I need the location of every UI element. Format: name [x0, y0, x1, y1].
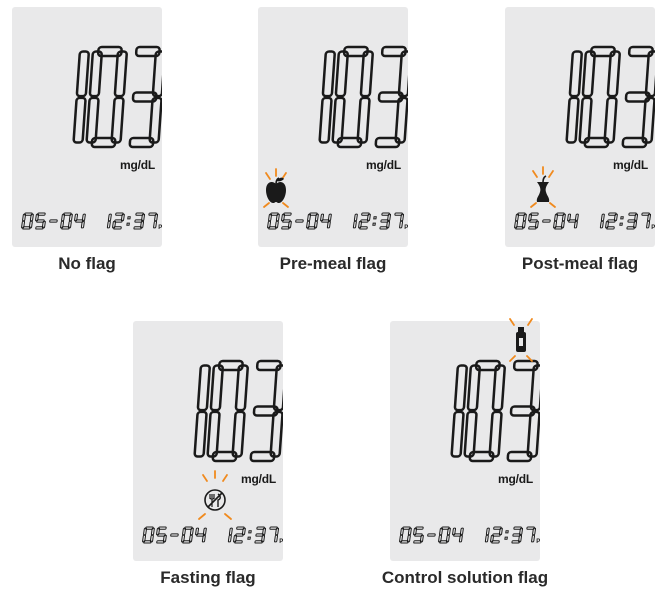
- glucose-reading: [565, 45, 655, 149]
- digit-1: [106, 213, 112, 229]
- time-display: PM: [599, 212, 655, 231]
- digit-2: [605, 212, 618, 230]
- meter-screen: mg/dL PM: [133, 321, 283, 561]
- am-pm-indicator: PM: [536, 539, 540, 545]
- digit-dash: [427, 533, 436, 537]
- digit-4: [195, 527, 207, 543]
- digit-dash: [49, 219, 58, 223]
- digit-0: [463, 359, 506, 463]
- am-pm-indicator: PM: [651, 225, 655, 231]
- digit-7: [394, 212, 405, 229]
- digit-0: [331, 45, 374, 149]
- digit-5: [413, 526, 424, 544]
- digit-5: [156, 526, 167, 544]
- digit-3: [506, 359, 540, 463]
- digit-1: [227, 527, 233, 543]
- digit-dash: [542, 219, 551, 223]
- date-display: [142, 526, 207, 544]
- digit-3: [621, 45, 655, 149]
- flag-caption: No flag: [58, 254, 116, 273]
- time-display: PM: [227, 526, 283, 545]
- glucose-reading: [193, 359, 283, 463]
- digit-4: [567, 213, 579, 229]
- digit-0: [142, 526, 155, 544]
- digit-3: [254, 526, 267, 544]
- digit-3: [626, 212, 639, 230]
- no-fork-knife-icon: [198, 470, 232, 520]
- am-pm-indicator: PM: [404, 225, 408, 231]
- digit-dash: [295, 219, 304, 223]
- digit-1: [484, 527, 490, 543]
- digit-0: [399, 526, 412, 544]
- digit-1: [352, 213, 358, 229]
- digit-3: [511, 526, 524, 544]
- digit-7: [526, 526, 537, 543]
- date-display: [21, 212, 86, 230]
- digit-0: [578, 45, 621, 149]
- digit-0: [206, 359, 249, 463]
- digit-4: [74, 213, 86, 229]
- digit-3: [379, 212, 392, 230]
- digit-7: [269, 526, 280, 543]
- digit-0: [438, 526, 451, 544]
- digit-5: [528, 212, 539, 230]
- flag-caption: Post-meal flag: [521, 254, 639, 273]
- time-display: PM: [484, 526, 540, 545]
- digit-0: [514, 212, 527, 230]
- digit-3: [249, 359, 283, 463]
- digit-0: [60, 212, 73, 230]
- digit-2: [112, 212, 125, 230]
- date-display: [267, 212, 332, 230]
- unit-label: mg/dL: [120, 158, 155, 172]
- digit-2: [233, 526, 246, 544]
- digit-3: [128, 45, 162, 149]
- time-display: PM: [352, 212, 408, 231]
- apple-icon: [263, 168, 289, 208]
- glucose-reading: [318, 45, 408, 149]
- control-solution-bottle-icon: [509, 318, 533, 362]
- meter-screen: mg/dL PM: [258, 7, 408, 247]
- meter-screen: mg/dL PM: [390, 318, 540, 561]
- time-display: PM: [106, 212, 162, 231]
- digit-2: [490, 526, 503, 544]
- digit-0: [267, 212, 280, 230]
- apple-core-icon: [530, 166, 556, 208]
- date-display: [399, 526, 464, 544]
- digit-0: [553, 212, 566, 230]
- digit-dash: [170, 533, 179, 537]
- digit-5: [281, 212, 292, 230]
- digit-0: [181, 526, 194, 544]
- meter-screen: mg/dL PM: [505, 7, 655, 247]
- am-pm-indicator: PM: [279, 539, 283, 545]
- digit-0: [85, 45, 128, 149]
- unit-label: mg/dL: [613, 158, 648, 172]
- digit-3: [374, 45, 408, 149]
- unit-label: mg/dL: [366, 158, 401, 172]
- unit-label: mg/dL: [498, 472, 533, 486]
- digit-0: [21, 212, 34, 230]
- unit-label: mg/dL: [241, 472, 276, 486]
- date-display: [514, 212, 579, 230]
- digit-5: [35, 212, 46, 230]
- digit-2: [358, 212, 371, 230]
- digit-3: [133, 212, 146, 230]
- digit-1: [599, 213, 605, 229]
- digit-7: [148, 212, 159, 229]
- digit-0: [306, 212, 319, 230]
- flag-caption: Fasting flag: [160, 568, 256, 587]
- glucose-reading: [72, 45, 162, 149]
- am-pm-indicator: PM: [158, 225, 162, 231]
- digit-7: [641, 212, 652, 229]
- flag-caption: Control solution flag: [381, 568, 549, 587]
- meter-screen: mg/dL PM: [12, 7, 162, 247]
- digit-4: [452, 527, 464, 543]
- flag-caption: Pre-meal flag: [279, 254, 387, 273]
- digit-4: [320, 213, 332, 229]
